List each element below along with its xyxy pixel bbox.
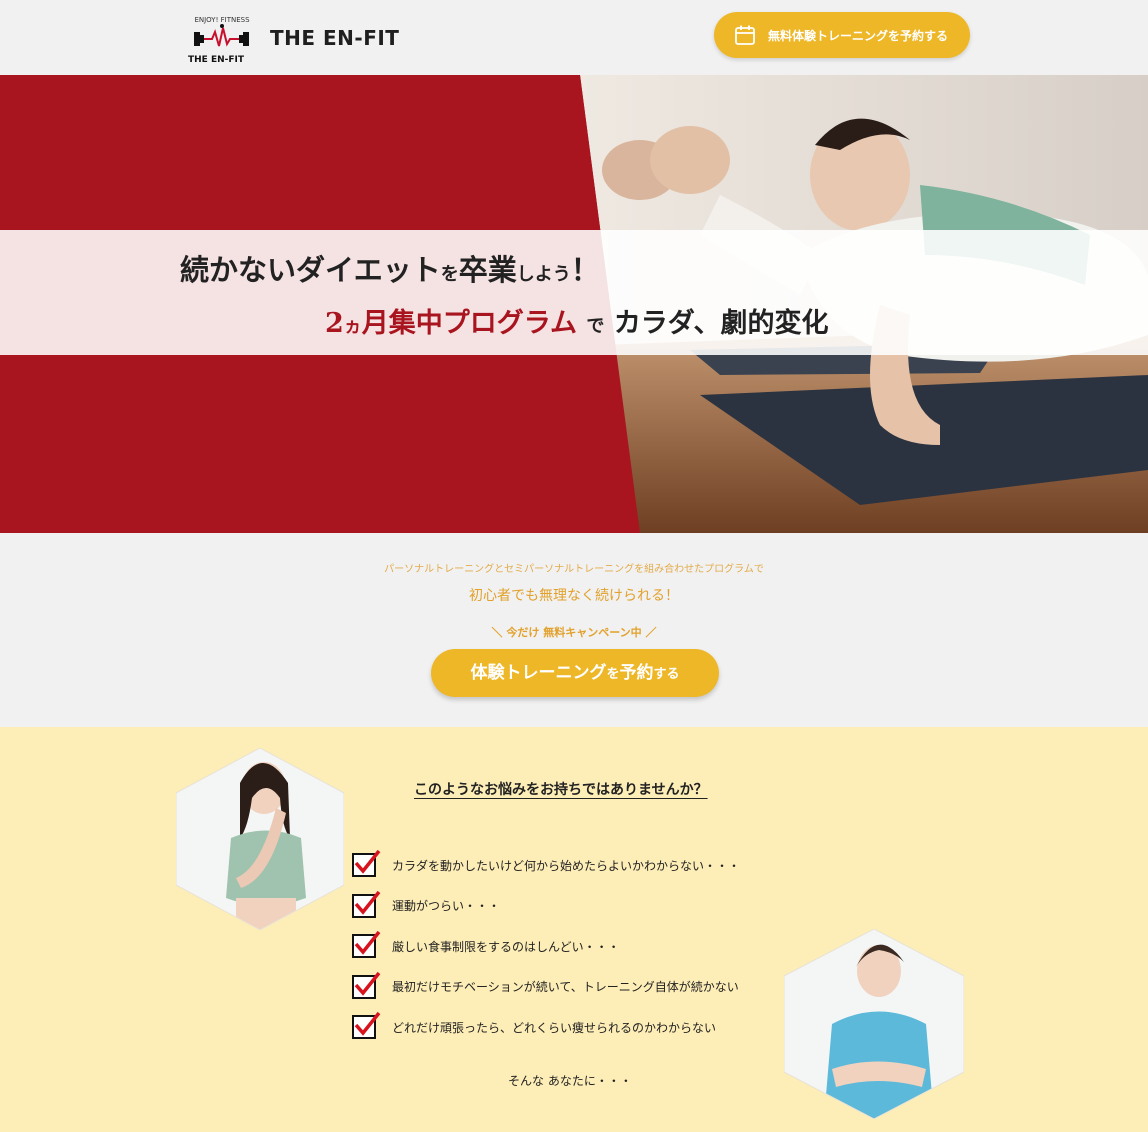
worries-checklist: カラダを動かしたいけど何から始めたらよいかわからない・・・ 運動がつらい・・・ … — [352, 845, 740, 1048]
check-icon — [352, 890, 381, 918]
logo-badge-icon: ENJOY! FITNESS THE EN-FIT — [188, 16, 250, 65]
hero-banner: 続かないダイエットを卒業しよう！ 2ヵ月集中プログラム で カラダ、劇的変化 — [0, 75, 1148, 533]
worries-section: このようなお悩みをお持ちではありませんか？ カラダを動かしたいけど何から始めたら… — [0, 727, 1148, 1132]
hero-subheadline-part: で — [586, 316, 605, 337]
campaign-slash-left: ＼ — [491, 626, 503, 639]
intro-subtext: パーソナルトレーニングとセミパーソナルトレーニングを組み合わせたプログラムで — [384, 564, 764, 575]
closing-text: そんな あなたに・・・ — [508, 1074, 632, 1088]
site-logo[interactable]: ENJOY! FITNESS THE EN-FIT THE EN-FIT — [180, 6, 400, 68]
worry-item: 運動がつらい・・・ — [352, 886, 740, 927]
cta-label-part: 予約 — [619, 663, 654, 683]
worry-item-text: カラダを動かしたいけど何から始めたらよいかわからない・・・ — [392, 858, 741, 873]
worry-item: どれだけ頑張ったら、どれくらい痩せられるのかわからない — [352, 1007, 740, 1048]
worry-item: カラダを動かしたいけど何から始めたらよいかわからない・・・ — [352, 845, 740, 886]
worry-item-text: 最初だけモチベーションが続いて、トレーニング自体が続かない — [392, 980, 739, 995]
hero-headline-part: 卒業 — [458, 253, 517, 287]
logo-title: THE EN-FIT — [270, 26, 400, 50]
crossed-arms-woman-photo — [784, 929, 964, 1119]
svg-text:ENJOY! FITNESS: ENJOY! FITNESS — [194, 16, 250, 24]
cta-label-part: 体験トレーニング — [470, 663, 607, 683]
hero-subheadline-part: カラダ、劇的変化 — [613, 308, 829, 339]
campaign-notice: ＼ 今だけ 無料キャンペーン中 ／ — [0, 624, 1148, 640]
hero-subheadline-part: 2 — [325, 308, 344, 339]
calendar-icon — [735, 25, 755, 45]
worry-item: 最初だけモチベーションが続いて、トレーニング自体が続かない — [352, 967, 740, 1008]
hero-headline-part: ！ — [570, 253, 600, 287]
worry-item-text: どれだけ頑張ったら、どれくらい痩せられるのかわからない — [392, 1020, 717, 1035]
thinking-woman-photo — [176, 748, 344, 930]
check-icon — [352, 971, 381, 999]
campaign-text: 今だけ 無料キャンペーン中 — [506, 626, 642, 639]
hero-headline-part: を — [440, 264, 459, 285]
cta-label-part: する — [653, 667, 680, 682]
check-icon — [352, 1012, 381, 1040]
check-icon — [352, 850, 381, 878]
check-icon — [352, 931, 381, 959]
free-trial-reserve-button[interactable]: 無料体験トレーニングを予約する — [714, 12, 970, 58]
worries-title: このようなお悩みをお持ちではありませんか？ — [414, 782, 708, 798]
hero-headline: 続かないダイエットを卒業しよう！ — [180, 247, 600, 289]
hero-subheadline-part: ヵ — [343, 316, 362, 337]
svg-text:THE EN-FIT: THE EN-FIT — [188, 55, 245, 65]
trial-training-reserve-button[interactable]: 体験トレーニングを予約する — [431, 649, 719, 697]
hero-headline-part: しよう — [516, 264, 571, 285]
worry-item: 厳しい食事制限をするのはしんどい・・・ — [352, 926, 740, 967]
free-trial-reserve-label: 無料体験トレーニングを予約する — [768, 28, 949, 43]
campaign-slash-right: ／ — [645, 626, 657, 639]
site-header: ENJOY! FITNESS THE EN-FIT THE EN-FIT 無料体… — [0, 0, 1148, 75]
cta-label-part: を — [606, 667, 620, 682]
intro-catchphrase: 初心者でも無理なく続けられる！ — [469, 588, 679, 604]
hero-subheadline-part: 月集中プログラム — [361, 308, 577, 339]
intro-section: パーソナルトレーニングとセミパーソナルトレーニングを組み合わせたプログラムで 初… — [0, 533, 1148, 727]
hero-headline-part: 続かないダイエット — [180, 253, 441, 287]
hero-subheadline: 2ヵ月集中プログラム で カラダ、劇的変化 — [325, 301, 828, 340]
worry-item-text: 厳しい食事制限をするのはしんどい・・・ — [392, 939, 620, 954]
worry-item-text: 運動がつらい・・・ — [392, 899, 501, 914]
